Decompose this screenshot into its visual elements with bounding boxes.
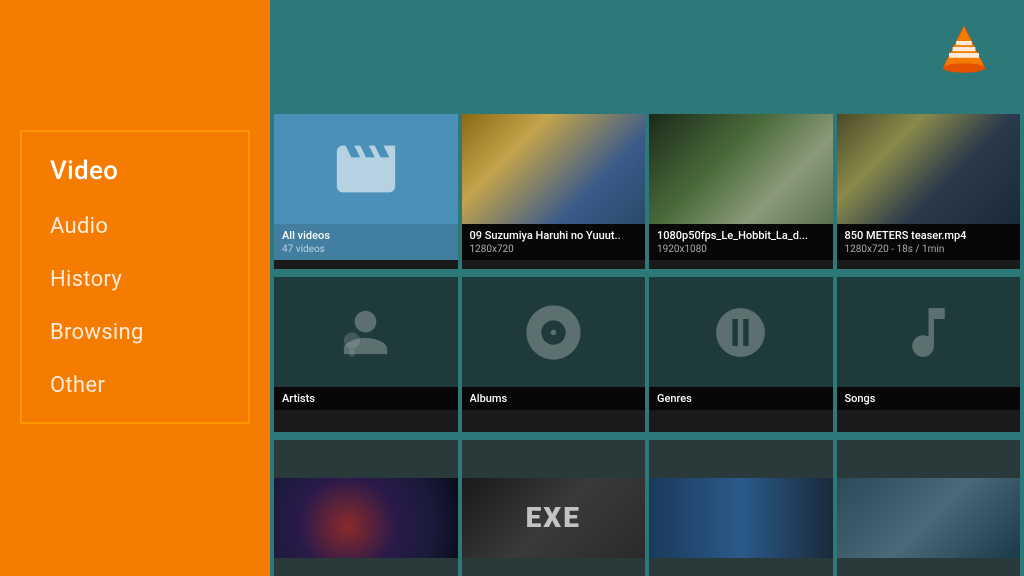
video-row: All videos 47 videos 09 Suzumiya Haruhi … [270,110,1024,273]
tile-bottom4[interactable] [837,440,1021,576]
tile-subtitle-850: 1280x720 - 18s / 1min [845,244,1013,255]
tile-info-850: 850 METERS teaser.mp4 1280x720 - 18s / 1… [837,224,1021,260]
tile-thumbnail-artists [274,277,458,387]
tile-850-meters[interactable]: 850 METERS teaser.mp4 1280x720 - 18s / 1… [837,114,1021,269]
tile-thumbnail-bottom1 [274,440,458,576]
main-scroll: All videos 47 videos 09 Suzumiya Haruhi … [270,0,1024,576]
tile-title-all-videos: All videos [282,229,450,242]
tile-thumbnail-songs [837,277,1021,387]
category-row: Artists Albums [270,273,1024,436]
tile-genres[interactable]: Genres [649,277,833,432]
sidebar-item-browsing[interactable]: Browsing [22,306,248,359]
tile-info-hobbit: 1080p50fps_Le_Hobbit_La_d... 1920x1080 [649,224,833,260]
tile-title-songs: Songs [845,392,1013,405]
tile-thumbnail-bottom3 [649,440,833,576]
sidebar-item-other[interactable]: Other [22,359,248,412]
tile-title-850: 850 METERS teaser.mp4 [845,229,1013,242]
tile-artists[interactable]: Artists [274,277,458,432]
tile-hobbit[interactable]: 1080p50fps_Le_Hobbit_La_d... 1920x1080 [649,114,833,269]
vlc-logo [934,20,994,84]
tile-thumbnail-all-videos [274,114,458,224]
tile-thumbnail-850 [837,114,1021,224]
tile-subtitle-all-videos: 47 videos [282,244,450,255]
tile-title-hobbit: 1080p50fps_Le_Hobbit_La_d... [657,229,825,242]
tile-albums[interactable]: Albums [462,277,646,432]
bottom-row: EXE [270,436,1024,576]
tile-info-songs: Songs [837,387,1021,410]
tile-info-anime: 09 Suzumiya Haruhi no Yuuut.. 1280x720 [462,224,646,260]
tile-songs[interactable]: Songs [837,277,1021,432]
sidebar-nav: Video Audio History Browsing Other [20,130,250,424]
sidebar-item-history[interactable]: History [22,253,248,306]
tile-thumbnail-bottom2: EXE [462,440,646,576]
sidebar-item-audio[interactable]: Audio [22,200,248,253]
tile-subtitle-hobbit: 1920x1080 [657,244,825,255]
tile-thumbnail-hobbit [649,114,833,224]
tile-title-artists: Artists [282,392,450,405]
tile-title-albums: Albums [470,392,638,405]
tile-title-anime: 09 Suzumiya Haruhi no Yuuut.. [470,229,638,242]
main-content: All videos 47 videos 09 Suzumiya Haruhi … [270,0,1024,576]
tile-bottom1[interactable] [274,440,458,576]
sidebar: Video Audio History Browsing Other [0,0,270,576]
tile-anime[interactable]: 09 Suzumiya Haruhi no Yuuut.. 1280x720 [462,114,646,269]
tile-title-genres: Genres [657,392,825,405]
tile-bottom3[interactable] [649,440,833,576]
tile-info-genres: Genres [649,387,833,410]
tile-info-all-videos: All videos 47 videos [274,224,458,260]
sidebar-item-video[interactable]: Video [22,142,248,200]
tile-info-artists: Artists [274,387,458,410]
tile-info-albums: Albums [462,387,646,410]
tile-thumbnail-albums [462,277,646,387]
tile-thumbnail-bottom4 [837,440,1021,576]
tile-thumbnail-genres [649,277,833,387]
tile-bottom2[interactable]: EXE [462,440,646,576]
tile-thumbnail-anime [462,114,646,224]
tile-all-videos[interactable]: All videos 47 videos [274,114,458,269]
tile-subtitle-anime: 1280x720 [470,244,638,255]
